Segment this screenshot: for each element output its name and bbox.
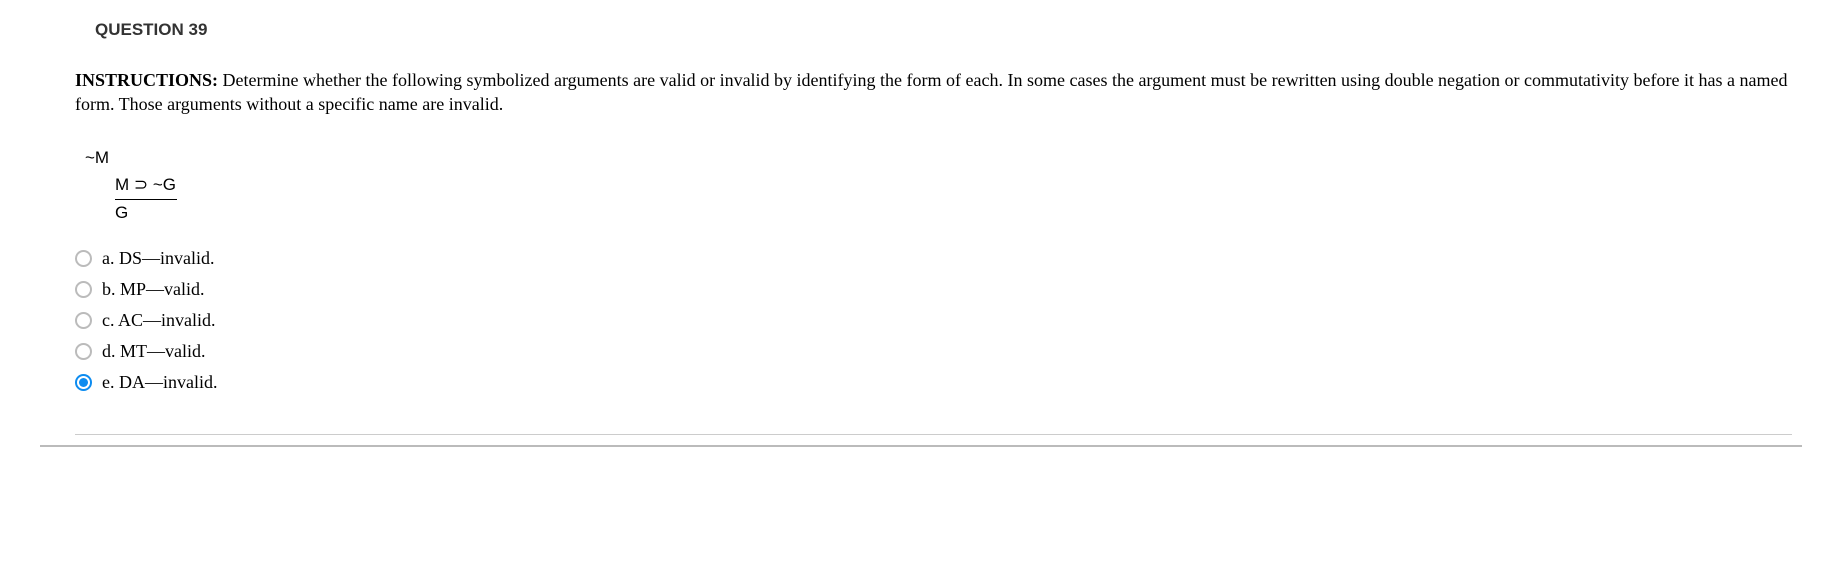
argument-block: ~M M ⊃ ~G G [85, 145, 1792, 226]
option-row[interactable]: b. MP—valid. [75, 274, 1792, 305]
option-row[interactable]: a. DS—invalid. [75, 243, 1792, 274]
option-row[interactable]: d. MT—valid. [75, 336, 1792, 367]
argument-conclusion: G [115, 200, 1792, 226]
options-list: a. DS—invalid. b. MP—valid. c. AC—invalid.… [75, 243, 1792, 398]
argument-premise-1: ~M [85, 145, 1792, 171]
question-header: QUESTION 39 [95, 20, 1792, 40]
option-text: c. AC—invalid. [102, 310, 216, 331]
instructions-text: Determine whether the following symboliz… [75, 70, 1787, 114]
radio-button[interactable] [75, 374, 92, 391]
option-row[interactable]: c. AC—invalid. [75, 305, 1792, 336]
radio-button[interactable] [75, 281, 92, 298]
instructions-label: INSTRUCTIONS: [75, 70, 223, 90]
radio-button[interactable] [75, 250, 92, 267]
option-text: b. MP—valid. [102, 279, 205, 300]
argument-premise-2: M ⊃ ~G [115, 172, 177, 200]
divider-line-2 [40, 445, 1802, 447]
divider-line-1 [75, 434, 1792, 435]
option-row[interactable]: e. DA—invalid. [75, 367, 1792, 398]
instructions-block: INSTRUCTIONS: Determine whether the foll… [75, 68, 1792, 117]
option-text: a. DS—invalid. [102, 248, 215, 269]
option-text: d. MT—valid. [102, 341, 206, 362]
radio-button[interactable] [75, 343, 92, 360]
radio-button[interactable] [75, 312, 92, 329]
option-text: e. DA—invalid. [102, 372, 217, 393]
